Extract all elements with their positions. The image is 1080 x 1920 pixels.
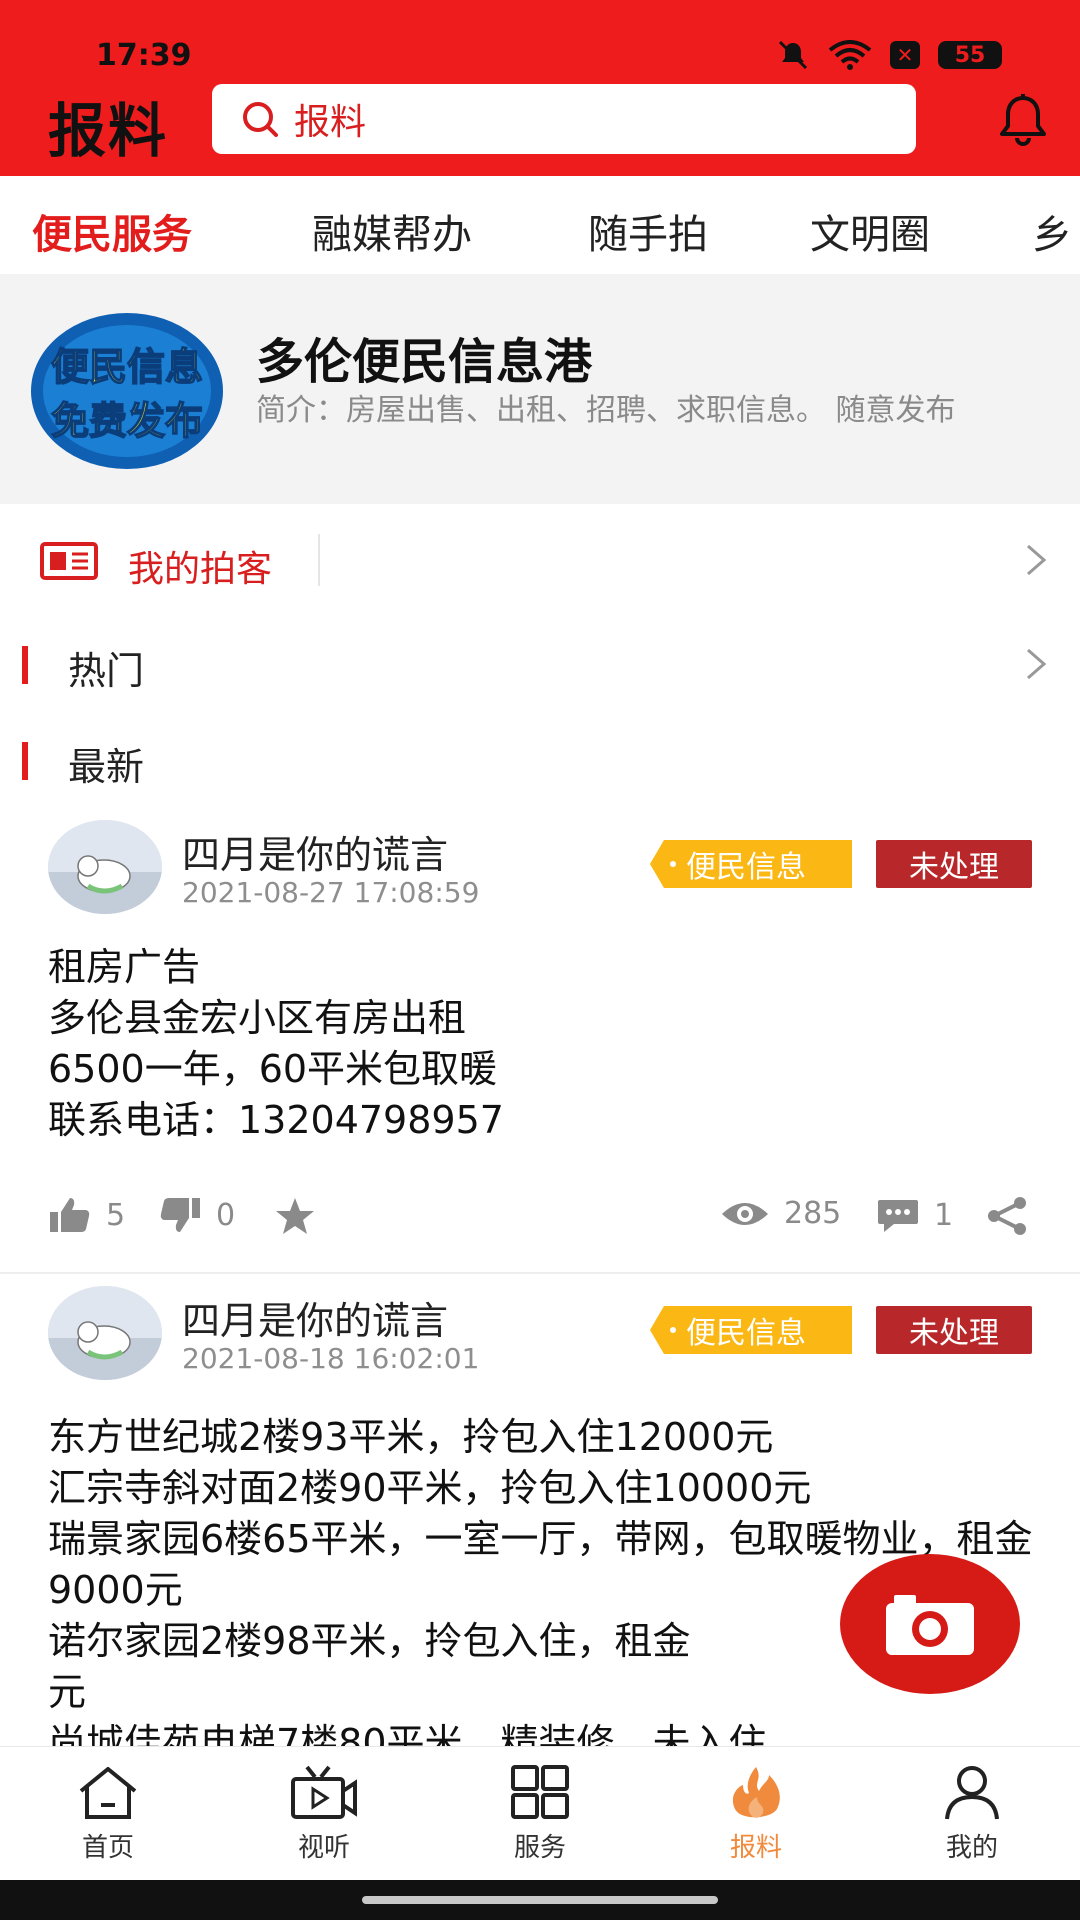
category-tabs: 便民服务 融媒帮办 随手拍 文明圈 乡 xyxy=(0,176,1080,274)
comment-button[interactable]: 1 xyxy=(876,1196,953,1234)
my-paike-label: 我的拍客 xyxy=(128,549,273,590)
tab-bianmin-service[interactable]: 便民服务 xyxy=(32,202,192,260)
like-button[interactable]: 5 xyxy=(48,1196,125,1234)
status-badge: 未处理 xyxy=(876,1306,1032,1354)
tab-xiang[interactable]: 乡 xyxy=(1032,202,1072,260)
post-card[interactable]: 四月是你的谎言 2021-08-27 17:08:59 便民信息 未处理 租房广… xyxy=(0,820,1080,1270)
channel-description: 简介：房屋出售、出租、招聘、求职信息。 随意发布 xyxy=(256,393,956,428)
app-header: 17:39 ✕ 55 报料 报料 xyxy=(0,0,1080,176)
divider xyxy=(318,534,320,586)
post-time: 2021-08-27 17:08:59 xyxy=(182,876,480,909)
bell-icon[interactable] xyxy=(994,92,1052,150)
nav-mine[interactable]: 我的 xyxy=(864,1747,1080,1881)
chevron-right-icon xyxy=(1027,544,1047,576)
svg-text:便民信息: 便民信息 xyxy=(51,345,203,389)
comment-icon xyxy=(878,1200,918,1232)
views-count: 285 xyxy=(720,1196,841,1231)
hot-label: 热门 xyxy=(68,649,145,693)
grid-icon xyxy=(511,1765,569,1819)
channel-title: 多伦便民信息港 xyxy=(256,334,593,390)
search-icon xyxy=(243,102,278,137)
post-username[interactable]: 四月是你的谎言 xyxy=(182,1290,448,1345)
video-icon xyxy=(291,1765,357,1819)
newspaper-icon xyxy=(40,542,98,580)
avatar[interactable] xyxy=(48,820,162,914)
status-time: 17:39 xyxy=(96,38,192,73)
my-paike-row[interactable]: 我的拍客 xyxy=(0,520,1080,600)
post-time: 2021-08-18 16:02:01 xyxy=(182,1342,480,1375)
dislike-count: 0 xyxy=(216,1197,236,1233)
post-content[interactable]: 租房广告 多伦县金宏小区有房出租 6500一年，60平米包取暖 联系电话：132… xyxy=(48,942,1038,1146)
category-tag: 便民信息 xyxy=(650,1306,852,1354)
like-count: 5 xyxy=(106,1197,126,1233)
share-icon xyxy=(988,1197,1026,1235)
eye-icon xyxy=(722,1202,768,1225)
nav-home[interactable]: 首页 xyxy=(0,1747,216,1881)
battery-icon: 55 xyxy=(938,41,1002,69)
section-marker xyxy=(22,742,28,780)
tab-rongmei-bangban[interactable]: 融媒帮办 xyxy=(312,202,472,260)
tab-wenmingquan[interactable]: 文明圈 xyxy=(810,202,930,260)
chevron-right-icon xyxy=(1027,648,1047,680)
dislike-button[interactable]: 0 xyxy=(158,1196,235,1234)
thumbs-down-icon xyxy=(160,1198,200,1232)
latest-label: 最新 xyxy=(68,745,145,789)
page-title: 报料 xyxy=(48,97,169,165)
status-icons: ✕ 55 xyxy=(776,40,1002,70)
post-actions: 5 0 285 1 xyxy=(0,1196,1080,1256)
channel-logo: 便民信息 免费发布 xyxy=(31,313,223,469)
search-placeholder: 报料 xyxy=(294,102,367,143)
category-tag: 便民信息 xyxy=(650,840,852,888)
nav-baoliao[interactable]: 报料 xyxy=(648,1747,864,1881)
home-indicator[interactable] xyxy=(362,1896,718,1904)
wifi-icon xyxy=(828,40,872,70)
camera-icon xyxy=(886,1595,974,1655)
latest-section: 最新 xyxy=(0,730,1080,790)
tab-suishoupai[interactable]: 随手拍 xyxy=(588,202,708,260)
star-icon xyxy=(276,1198,314,1234)
avatar[interactable] xyxy=(48,1286,162,1380)
status-badge: 未处理 xyxy=(876,840,1032,888)
post-username[interactable]: 四月是你的谎言 xyxy=(182,824,448,879)
nav-service[interactable]: 服务 xyxy=(432,1747,648,1881)
svg-text:免费发布: 免费发布 xyxy=(51,399,203,443)
favorite-button[interactable] xyxy=(274,1196,316,1236)
home-icon xyxy=(79,1767,137,1819)
channel-info: 便民信息 免费发布 多伦便民信息港 简介：房屋出售、出租、招聘、求职信息。 随意… xyxy=(0,274,1080,504)
hot-section[interactable]: 热门 xyxy=(0,634,1080,694)
user-icon xyxy=(945,1766,999,1820)
bottom-navigation: 首页 视听 服务 报料 我的 xyxy=(0,1746,1080,1880)
notification-x-icon: ✕ xyxy=(890,41,920,69)
search-input[interactable]: 报料 xyxy=(212,84,916,154)
thumbs-up-icon xyxy=(50,1198,90,1232)
camera-fab-button[interactable] xyxy=(840,1554,1020,1694)
share-button[interactable] xyxy=(986,1196,1028,1236)
post-divider xyxy=(0,1272,1080,1274)
mute-icon xyxy=(776,40,810,70)
section-marker xyxy=(22,646,28,684)
nav-video[interactable]: 视听 xyxy=(216,1747,432,1881)
flame-icon xyxy=(732,1767,780,1818)
